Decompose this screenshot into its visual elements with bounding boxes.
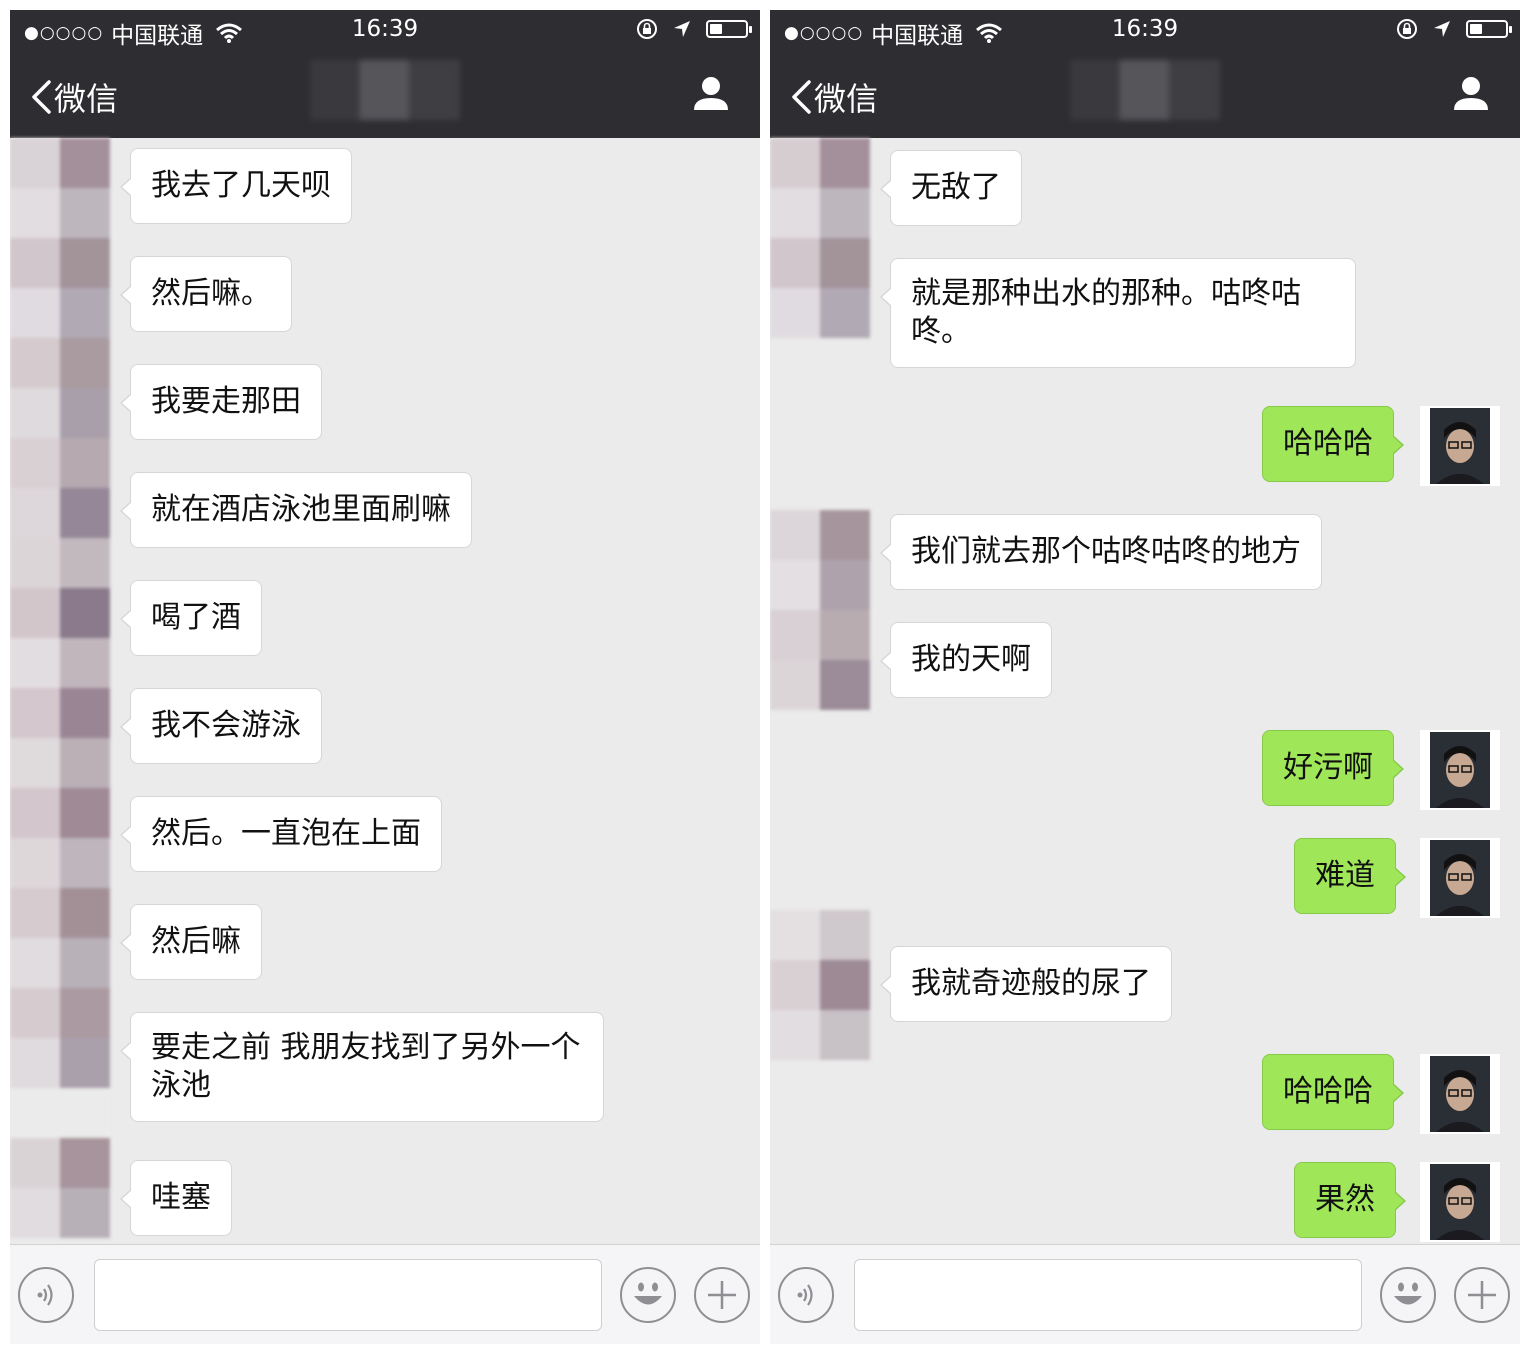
message-bubble-incoming[interactable]: 我不会游泳 — [120, 688, 322, 764]
contact-avatar-redacted — [770, 138, 870, 360]
message-list: 我去了几天呗 然后嘛。 我要走那田 就在酒店泳池里面刷嘛 喝了酒 我不会游泳 然… — [10, 138, 760, 1244]
message-bubble-incoming[interactable]: 就在酒店泳池里面刷嘛 — [120, 472, 472, 548]
person-icon — [1454, 77, 1488, 110]
message-bubble-incoming[interactable]: 喝了酒 — [120, 580, 262, 656]
user-photo-icon — [1430, 732, 1490, 808]
message-bubble-incoming[interactable]: 然后。一直泡在上面 — [120, 796, 442, 872]
my-avatar[interactable] — [1420, 1162, 1500, 1242]
more-button[interactable] — [1454, 1267, 1510, 1323]
my-avatar[interactable] — [1420, 406, 1500, 486]
voice-input-button[interactable] — [778, 1267, 834, 1323]
voice-icon — [797, 1284, 813, 1306]
input-bar — [10, 1244, 760, 1344]
back-button[interactable]: 微信 — [790, 74, 878, 120]
my-avatar[interactable] — [1420, 730, 1500, 810]
nav-bar: 微信 — [770, 50, 1520, 138]
message-bubble-outgoing[interactable]: 果然 — [1294, 1162, 1406, 1238]
message-input[interactable] — [854, 1259, 1362, 1331]
my-avatar[interactable] — [1420, 838, 1500, 918]
location-arrow-icon — [674, 21, 690, 37]
more-button[interactable] — [694, 1267, 750, 1323]
message-bubble-incoming[interactable]: 要走之前 我朋友找到了另外一个泳池 — [120, 1012, 604, 1122]
message-bubble-outgoing[interactable]: 哈哈哈 — [1262, 406, 1404, 482]
plus-icon — [708, 1281, 736, 1309]
user-photo-icon — [1430, 840, 1490, 916]
emoji-button[interactable] — [1380, 1267, 1436, 1323]
smiley-icon — [634, 1282, 662, 1305]
contact-avatar-redacted — [10, 138, 110, 1244]
user-photo-icon — [1430, 1164, 1490, 1240]
chat-screen-left: ●○○○○ 中国联通 16:39 微信 我去了几天呗 然后嘛。 我要走那田 就在… — [10, 10, 760, 1344]
my-avatar[interactable] — [1420, 1054, 1500, 1134]
battery-icon — [706, 20, 752, 38]
input-bar — [770, 1244, 1520, 1344]
rotation-lock-icon — [1397, 19, 1417, 39]
contact-avatar-redacted — [770, 510, 870, 710]
message-bubble-outgoing[interactable]: 难道 — [1294, 838, 1406, 914]
message-bubble-incoming[interactable]: 我就奇迹般的尿了 — [880, 946, 1172, 1022]
chat-info-button[interactable] — [1452, 74, 1490, 116]
message-bubble-incoming[interactable]: 就是那种出水的那种。咕咚咕咚。 — [880, 258, 1356, 368]
message-bubble-outgoing[interactable]: 哈哈哈 — [1262, 1054, 1404, 1130]
contact-name-redacted — [1070, 60, 1220, 120]
status-bar: ●○○○○ 中国联通 16:39 — [770, 10, 1520, 50]
message-bubble-incoming[interactable]: 我去了几天呗 — [120, 148, 352, 224]
battery-icon — [1466, 20, 1512, 38]
rotation-lock-icon — [637, 19, 657, 39]
message-input[interactable] — [94, 1259, 602, 1331]
plus-icon — [1468, 1281, 1496, 1309]
voice-icon — [37, 1284, 53, 1306]
voice-input-button[interactable] — [18, 1267, 74, 1323]
message-bubble-incoming[interactable]: 我要走那田 — [120, 364, 322, 440]
message-bubble-incoming[interactable]: 无敌了 — [880, 150, 1022, 226]
message-bubble-incoming[interactable]: 我的天啊 — [880, 622, 1052, 698]
message-bubble-outgoing[interactable]: 好污啊 — [1262, 730, 1404, 806]
nav-bar: 微信 — [10, 50, 760, 138]
chevron-left-icon — [32, 80, 51, 114]
message-list: 无敌了 就是那种出水的那种。咕咚咕咚。 哈哈哈 我们就去那个咕咚咕咚的地方 我的… — [770, 138, 1520, 1244]
chevron-left-icon — [792, 80, 811, 114]
message-bubble-incoming[interactable]: 然后嘛。 — [120, 256, 292, 332]
user-photo-icon — [1430, 1056, 1490, 1132]
smiley-icon — [1394, 1282, 1422, 1305]
chat-info-button[interactable] — [692, 74, 730, 116]
emoji-button[interactable] — [620, 1267, 676, 1323]
contact-avatar-redacted — [770, 910, 870, 1060]
back-button[interactable]: 微信 — [30, 74, 118, 120]
contact-name-redacted — [310, 60, 460, 120]
back-label: 微信 — [54, 80, 119, 118]
message-bubble-incoming[interactable]: 哇塞 — [120, 1160, 232, 1236]
chat-screen-right: ●○○○○ 中国联通 16:39 微信 无敌了 就是那种出水的那种。咕咚咕咚。 … — [770, 10, 1520, 1344]
message-bubble-incoming[interactable]: 我们就去那个咕咚咕咚的地方 — [880, 514, 1322, 590]
back-label: 微信 — [814, 80, 879, 118]
person-icon — [694, 77, 728, 110]
status-bar: ●○○○○ 中国联通 16:39 — [10, 10, 760, 50]
message-bubble-incoming[interactable]: 然后嘛 — [120, 904, 262, 980]
user-photo-icon — [1430, 408, 1490, 484]
location-arrow-icon — [1434, 21, 1450, 37]
